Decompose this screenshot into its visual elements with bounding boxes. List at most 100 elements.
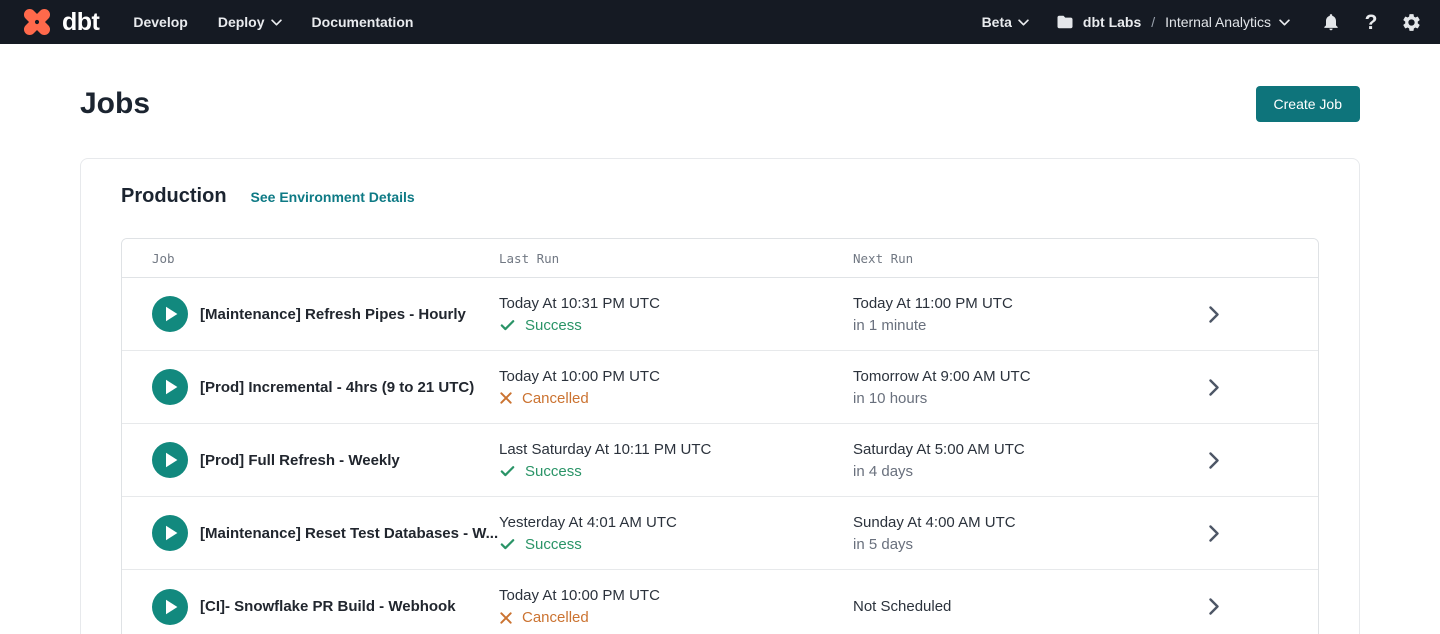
chevron-down-icon xyxy=(271,19,282,26)
nav-item-develop[interactable]: Develop xyxy=(133,14,187,30)
breadcrumb-separator: / xyxy=(1149,14,1157,30)
help-icon[interactable]: ? xyxy=(1360,11,1382,33)
last-run-time: Today At 10:00 PM UTC xyxy=(499,587,853,604)
page-header: Jobs Create Job xyxy=(0,44,1440,122)
run-status-label: Success xyxy=(525,536,582,553)
chevron-right-icon[interactable] xyxy=(1209,452,1219,469)
run-status-label: Cancelled xyxy=(522,390,589,407)
job-cell: [Maintenance] Refresh Pipes - Hourly xyxy=(122,278,499,350)
job-cell: [Maintenance] Reset Test Databases - W..… xyxy=(122,497,499,569)
next-run-cell: Today At 11:00 PM UTC in 1 minute xyxy=(853,278,1209,350)
table-row[interactable]: [Prod] Full Refresh - Weekly Last Saturd… xyxy=(122,424,1318,497)
table-row[interactable]: [Prod] Incremental - 4hrs (9 to 21 UTC) … xyxy=(122,351,1318,424)
next-run-relative: in 1 minute xyxy=(853,317,1209,334)
row-chevron-cell xyxy=(1209,570,1318,634)
next-run-time: Saturday At 5:00 AM UTC xyxy=(853,441,1209,458)
next-run-time: Sunday At 4:00 AM UTC xyxy=(853,514,1209,531)
beta-dropdown[interactable]: Beta xyxy=(982,14,1029,30)
account-name: dbt Labs xyxy=(1083,14,1141,30)
next-run-time: Not Scheduled xyxy=(853,598,1209,615)
chevron-right-icon[interactable] xyxy=(1209,379,1219,396)
play-icon xyxy=(152,515,188,551)
job-cell: [Prod] Incremental - 4hrs (9 to 21 UTC) xyxy=(122,351,499,423)
play-icon xyxy=(152,442,188,478)
top-navigation-bar: dbt Develop Deploy Documentation Beta db… xyxy=(0,0,1440,44)
last-run-cell: Last Saturday At 10:11 PM UTC Success xyxy=(499,424,853,496)
table-body: [Maintenance] Refresh Pipes - Hourly Tod… xyxy=(122,278,1318,634)
run-job-button[interactable] xyxy=(152,442,188,478)
success-check-icon xyxy=(499,536,516,553)
next-run-relative: in 5 days xyxy=(853,536,1209,553)
next-run-relative: in 10 hours xyxy=(853,390,1209,407)
table-row[interactable]: [Maintenance] Reset Test Databases - W..… xyxy=(122,497,1318,570)
run-status-label: Success xyxy=(525,463,582,480)
page-title: Jobs xyxy=(80,87,150,121)
run-status-label: Cancelled xyxy=(522,609,589,626)
notifications-bell-icon[interactable] xyxy=(1320,11,1342,33)
job-cell: [Prod] Full Refresh - Weekly xyxy=(122,424,499,496)
cancelled-x-icon xyxy=(499,391,513,405)
project-name: Internal Analytics xyxy=(1165,14,1271,30)
settings-gear-icon[interactable] xyxy=(1400,11,1422,33)
next-run-time: Today At 11:00 PM UTC xyxy=(853,295,1209,312)
run-job-button[interactable] xyxy=(152,589,188,625)
next-run-cell: Saturday At 5:00 AM UTC in 4 days xyxy=(853,424,1209,496)
row-chevron-cell xyxy=(1209,351,1318,423)
run-job-button[interactable] xyxy=(152,515,188,551)
table-row[interactable]: [CI]- Snowflake PR Build - Webhook Today… xyxy=(122,570,1318,634)
success-check-icon xyxy=(499,463,516,480)
job-name: [CI]- Snowflake PR Build - Webhook xyxy=(200,598,456,615)
last-run-status: Success xyxy=(499,463,853,480)
next-run-cell: Tomorrow At 9:00 AM UTC in 10 hours xyxy=(853,351,1209,423)
play-icon xyxy=(152,369,188,405)
environment-card: Production See Environment Details Job L… xyxy=(80,158,1360,634)
last-run-status: Cancelled xyxy=(499,609,853,626)
chevron-right-icon[interactable] xyxy=(1209,306,1219,323)
job-cell: [CI]- Snowflake PR Build - Webhook xyxy=(122,570,499,634)
last-run-time: Today At 10:31 PM UTC xyxy=(499,295,853,312)
last-run-status: Success xyxy=(499,536,853,553)
last-run-cell: Today At 10:00 PM UTC Cancelled xyxy=(499,570,853,634)
job-name: [Prod] Incremental - 4hrs (9 to 21 UTC) xyxy=(200,379,474,396)
last-run-time: Yesterday At 4:01 AM UTC xyxy=(499,514,853,531)
column-header-last-run: Last Run xyxy=(499,251,853,266)
job-name: [Maintenance] Refresh Pipes - Hourly xyxy=(200,306,466,323)
help-glyph: ? xyxy=(1365,12,1378,33)
create-job-button[interactable]: Create Job xyxy=(1256,86,1360,122)
last-run-time: Today At 10:00 PM UTC xyxy=(499,368,853,385)
row-chevron-cell xyxy=(1209,424,1318,496)
run-job-button[interactable] xyxy=(152,296,188,332)
play-icon xyxy=(152,589,188,625)
play-icon xyxy=(152,296,188,332)
next-run-cell: Sunday At 4:00 AM UTC in 5 days xyxy=(853,497,1209,569)
next-run-time: Tomorrow At 9:00 AM UTC xyxy=(853,368,1209,385)
column-header-next-run: Next Run xyxy=(853,251,1209,266)
nav-item-deploy[interactable]: Deploy xyxy=(218,14,282,30)
run-job-button[interactable] xyxy=(152,369,188,405)
cancelled-x-icon xyxy=(499,611,513,625)
nav-item-documentation[interactable]: Documentation xyxy=(312,14,414,30)
job-name: [Prod] Full Refresh - Weekly xyxy=(200,452,400,469)
job-name: [Maintenance] Reset Test Databases - W..… xyxy=(200,525,498,542)
chevron-right-icon[interactable] xyxy=(1209,598,1219,615)
dbt-logo[interactable]: dbt xyxy=(20,5,99,39)
last-run-status: Cancelled xyxy=(499,390,853,407)
dbt-logo-text: dbt xyxy=(62,10,99,35)
beta-label: Beta xyxy=(982,14,1012,30)
jobs-table: Job Last Run Next Run [Maintenance] Refr… xyxy=(121,238,1319,634)
account-project-picker[interactable]: dbt Labs / Internal Analytics xyxy=(1055,12,1290,32)
folder-icon xyxy=(1055,12,1075,32)
table-row[interactable]: [Maintenance] Refresh Pipes - Hourly Tod… xyxy=(122,278,1318,351)
next-run-relative: in 4 days xyxy=(853,463,1209,480)
see-environment-details-link[interactable]: See Environment Details xyxy=(251,189,415,205)
chevron-right-icon[interactable] xyxy=(1209,525,1219,542)
last-run-status: Success xyxy=(499,317,853,334)
row-chevron-cell xyxy=(1209,278,1318,350)
last-run-cell: Today At 10:00 PM UTC Cancelled xyxy=(499,351,853,423)
last-run-cell: Today At 10:31 PM UTC Success xyxy=(499,278,853,350)
dbt-logo-icon xyxy=(20,5,54,39)
chevron-down-icon xyxy=(1018,19,1029,26)
environment-name: Production xyxy=(121,185,227,208)
column-header-job: Job xyxy=(122,251,499,266)
last-run-cell: Yesterday At 4:01 AM UTC Success xyxy=(499,497,853,569)
